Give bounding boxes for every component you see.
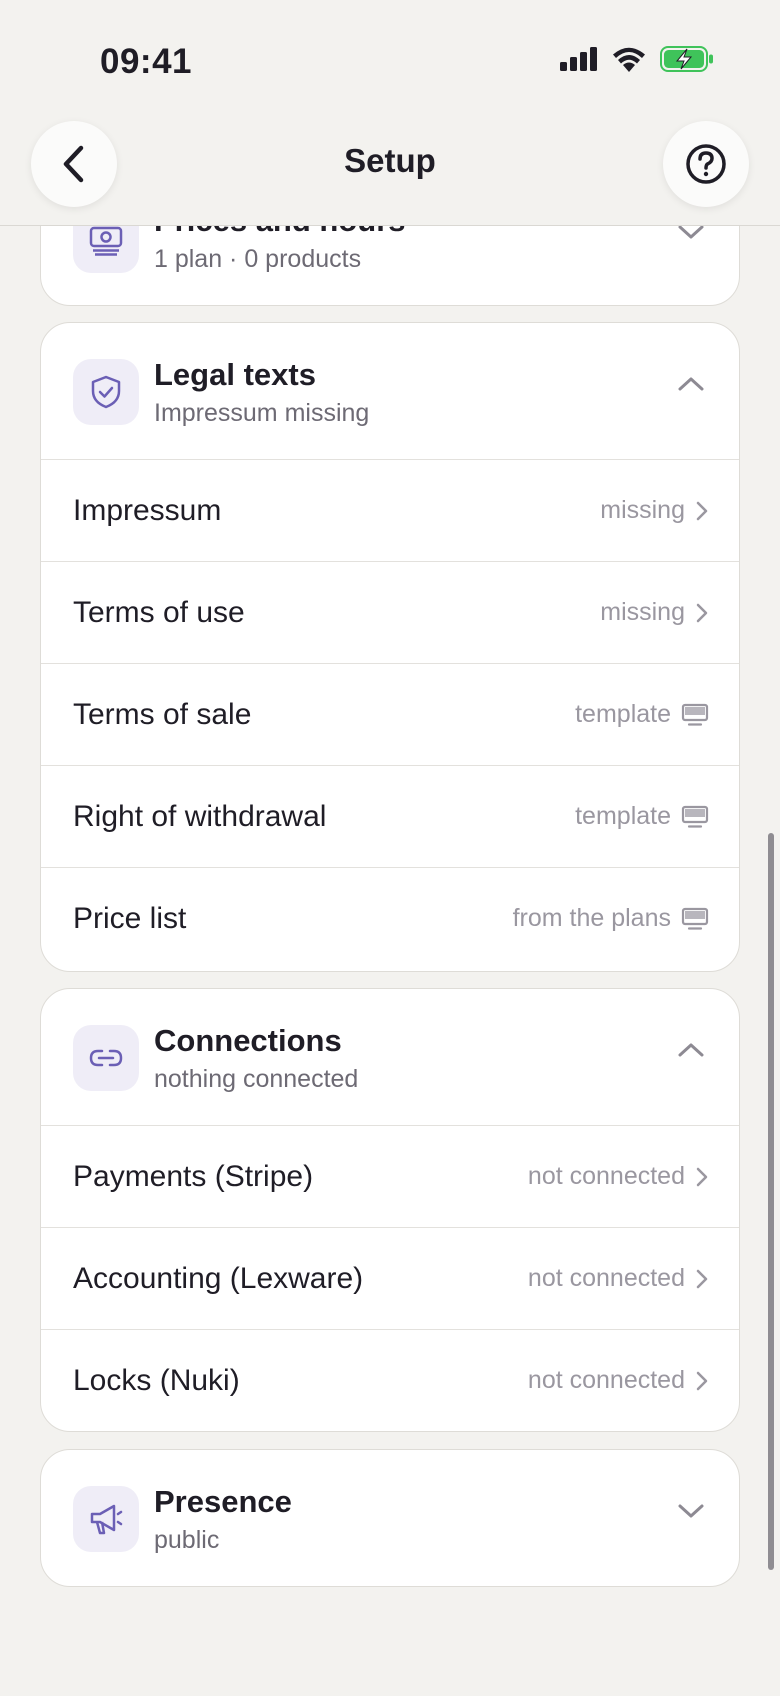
chevron-right-icon bbox=[696, 1371, 708, 1390]
presence-icon-tile bbox=[73, 1486, 139, 1552]
chevron-right-icon bbox=[696, 1167, 708, 1186]
row-status: not connected bbox=[527, 1162, 685, 1190]
row-status: missing bbox=[600, 598, 685, 626]
row-status: from the plans bbox=[512, 904, 671, 932]
row-label: Terms of use bbox=[73, 596, 245, 629]
chevron-right-icon bbox=[696, 603, 708, 622]
prices-card-subtitle: 1 plan · 0 products bbox=[154, 245, 362, 273]
connection-row-nuki[interactable]: Locks (Nuki) not connected bbox=[41, 1329, 739, 1431]
connection-row-lexware[interactable]: Accounting (Lexware) not connected bbox=[41, 1227, 739, 1329]
row-status: missing bbox=[600, 496, 685, 524]
banknote-icon bbox=[89, 226, 123, 256]
chevron-up-icon bbox=[678, 1043, 704, 1057]
row-status: not connected bbox=[527, 1264, 685, 1292]
chevron-right-icon bbox=[696, 501, 708, 520]
row-label: Right of withdrawal bbox=[73, 800, 327, 833]
row-status: not connected bbox=[527, 1366, 685, 1394]
row-label: Terms of sale bbox=[73, 698, 252, 731]
chevron-down-icon bbox=[678, 1504, 704, 1518]
connections-icon-tile bbox=[73, 1025, 139, 1091]
row-label: Payments (Stripe) bbox=[73, 1160, 314, 1193]
link-icon bbox=[89, 1049, 123, 1067]
presence-title: Presence bbox=[154, 1484, 292, 1519]
connections-title: Connections bbox=[154, 1023, 342, 1058]
shield-check-icon bbox=[91, 375, 121, 409]
connections-subtitle: nothing connected bbox=[154, 1065, 359, 1093]
legal-texts-card: Legal texts Impressum missing Impressum … bbox=[40, 322, 740, 972]
row-label: Accounting (Lexware) bbox=[73, 1262, 364, 1295]
top-bar: 09:41 Setup bbox=[0, 0, 780, 226]
legal-row-terms-of-use[interactable]: Terms of use missing bbox=[41, 561, 739, 663]
presence-card[interactable]: Presence public bbox=[40, 1449, 740, 1587]
wifi-icon bbox=[613, 47, 645, 72]
battery-icon bbox=[660, 46, 713, 72]
legal-row-price-list[interactable]: Price list from the plans bbox=[41, 867, 739, 969]
status-time: 09:41 bbox=[100, 42, 193, 81]
chevron-up-icon bbox=[678, 377, 704, 391]
row-label: Impressum bbox=[73, 494, 222, 527]
monitor-icon bbox=[681, 907, 709, 930]
connections-card: Connections nothing connected Payments (… bbox=[40, 988, 740, 1432]
chevron-right-icon bbox=[696, 1269, 708, 1288]
legal-texts-subtitle: Impressum missing bbox=[154, 399, 370, 427]
legal-icon-tile bbox=[73, 359, 139, 425]
signal-icon bbox=[560, 47, 597, 71]
legal-row-terms-of-sale[interactable]: Terms of sale template bbox=[41, 663, 739, 765]
legal-texts-header[interactable]: Legal texts Impressum missing bbox=[41, 323, 739, 459]
monitor-icon bbox=[681, 805, 709, 828]
presence-header[interactable]: Presence public bbox=[41, 1450, 739, 1586]
help-icon bbox=[686, 144, 726, 184]
connections-header[interactable]: Connections nothing connected bbox=[41, 989, 739, 1125]
status-icons bbox=[560, 46, 714, 72]
monitor-icon bbox=[681, 703, 709, 726]
legal-row-impressum[interactable]: Impressum missing bbox=[41, 459, 739, 561]
row-status: template bbox=[575, 802, 671, 830]
help-button[interactable] bbox=[663, 121, 749, 207]
legal-texts-title: Legal texts bbox=[154, 357, 316, 392]
connection-row-stripe[interactable]: Payments (Stripe) not connected bbox=[41, 1125, 739, 1227]
row-label: Locks (Nuki) bbox=[73, 1364, 240, 1397]
row-label: Price list bbox=[73, 902, 187, 935]
legal-row-right-of-withdrawal[interactable]: Right of withdrawal template bbox=[41, 765, 739, 867]
scrollbar[interactable] bbox=[768, 833, 774, 1570]
row-status: template bbox=[575, 700, 671, 728]
megaphone-icon bbox=[90, 1504, 123, 1535]
presence-subtitle: public bbox=[154, 1526, 220, 1554]
